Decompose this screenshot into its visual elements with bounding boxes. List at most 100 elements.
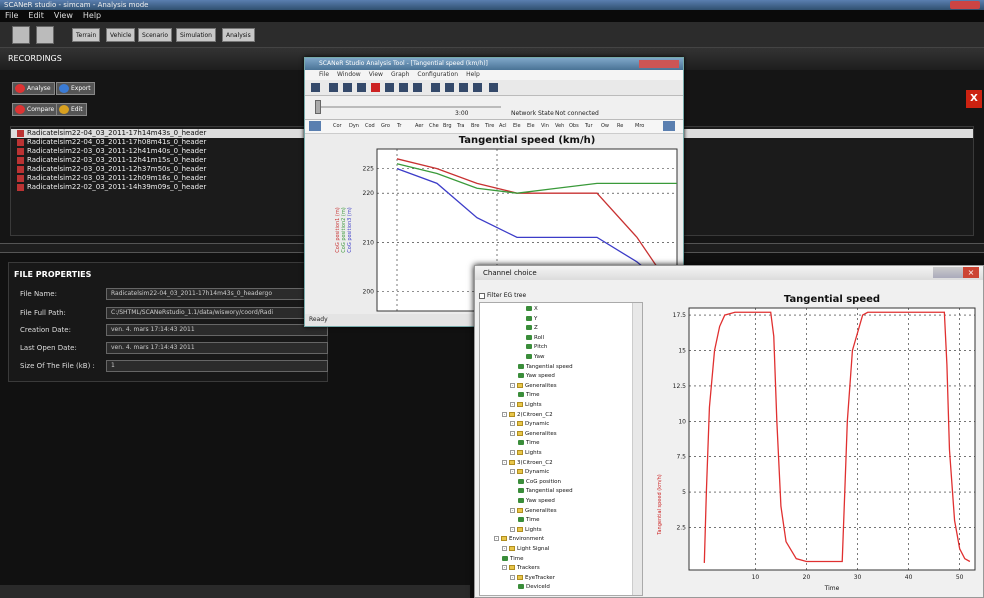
tree-leaf[interactable]: Yaw: [526, 353, 544, 361]
file-size-field[interactable]: 1: [106, 360, 328, 372]
expand-icon[interactable]: -: [510, 430, 515, 436]
tree-leaf[interactable]: Time: [502, 555, 523, 563]
analysis-mode-button[interactable]: Analysis: [222, 28, 255, 42]
tab[interactable]: Ow: [601, 123, 609, 129]
menu-configuration[interactable]: Configuration: [417, 71, 458, 78]
tree-leaf[interactable]: Yaw speed: [518, 497, 555, 505]
tab[interactable]: Tr: [397, 123, 401, 129]
tree-folder[interactable]: - Dynamic: [510, 420, 549, 428]
tab[interactable]: Re: [617, 123, 623, 129]
tab[interactable]: Tra: [457, 123, 464, 129]
menu-file[interactable]: File: [5, 11, 18, 20]
menu-graph[interactable]: Graph: [391, 71, 409, 78]
tab[interactable]: Tur: [585, 123, 593, 129]
rewind-icon[interactable]: [343, 83, 352, 92]
tree-folder[interactable]: - Generalites: [510, 382, 557, 390]
menu-edit[interactable]: Edit: [28, 11, 44, 20]
menu-help[interactable]: Help: [466, 71, 480, 78]
simulation-mode-button[interactable]: Simulation: [176, 28, 216, 42]
edit-button[interactable]: Edit: [56, 103, 87, 116]
tab[interactable]: Ele: [513, 123, 521, 129]
tab[interactable]: Bre: [471, 123, 479, 129]
close-icon[interactable]: X: [966, 90, 982, 108]
expand-icon[interactable]: -: [502, 546, 507, 551]
compare-button[interactable]: Compare: [12, 103, 59, 116]
tree-leaf[interactable]: Z: [526, 324, 538, 332]
tree-scrollbar[interactable]: [632, 303, 642, 595]
home-icon[interactable]: [489, 83, 498, 92]
expand-icon[interactable]: -: [494, 536, 499, 542]
tab[interactable]: Aer: [415, 123, 423, 129]
record-icon[interactable]: [371, 83, 380, 92]
step-back-icon[interactable]: [357, 83, 366, 92]
expand-icon[interactable]: -: [510, 507, 515, 513]
tab[interactable]: Cod: [365, 123, 375, 129]
graph-icon[interactable]: [309, 121, 321, 131]
tab[interactable]: Veh: [555, 123, 564, 129]
tree-folder[interactable]: - Lights: [510, 401, 542, 409]
tree-folder[interactable]: - Generalites: [510, 507, 557, 515]
tab[interactable]: Ele: [527, 123, 535, 129]
save-icon[interactable]: [311, 83, 320, 92]
list-item[interactable]: Radicatelsim22-03_03_2011-12h41m15s_0_he…: [17, 156, 206, 165]
tree-leaf[interactable]: Time: [518, 391, 539, 399]
expand-icon[interactable]: -: [510, 574, 515, 580]
window-controls[interactable]: [950, 1, 980, 9]
tree-folder[interactable]: - Environment: [494, 535, 544, 543]
step-forward-icon[interactable]: [431, 83, 440, 92]
tab[interactable]: Cor: [333, 123, 342, 129]
expand-icon[interactable]: -: [510, 402, 515, 407]
tree-leaf[interactable]: Time: [518, 439, 539, 447]
tree-folder[interactable]: - Dynamic: [510, 468, 549, 476]
tree-folder[interactable]: - Generalites: [510, 430, 557, 438]
tree-leaf[interactable]: Tangential speed: [518, 487, 573, 495]
terrain-mode-button[interactable]: Terrain: [72, 28, 101, 42]
close-icon[interactable]: ×: [963, 267, 979, 278]
menu-help[interactable]: Help: [83, 11, 101, 20]
tree-leaf[interactable]: Pitch: [526, 343, 547, 351]
expand-icon[interactable]: -: [502, 411, 507, 417]
file-path-field[interactable]: C:/SHTML/SCANeRstudio_1.1/data/wiswory/c…: [106, 307, 328, 319]
play-icon[interactable]: [399, 83, 408, 92]
tree-leaf[interactable]: CoG position: [518, 478, 561, 486]
back-arrow-icon[interactable]: [12, 26, 30, 44]
expand-icon[interactable]: -: [502, 565, 507, 571]
forward-arrow-icon[interactable]: [36, 26, 54, 44]
expand-icon[interactable]: -: [510, 421, 515, 427]
expand-icon[interactable]: -: [502, 459, 507, 465]
list-item[interactable]: Radicatelsim22-03_03_2011-12h37m50s_0_he…: [17, 165, 206, 174]
pause-icon[interactable]: [385, 83, 394, 92]
list-item[interactable]: Radicatelsim22-03_03_2011-12h41m40s_0_he…: [17, 147, 206, 156]
list-item[interactable]: Radicatelsim22-03_03_2011-12h09m16s_0_he…: [17, 174, 206, 183]
tab[interactable]: Che: [429, 123, 439, 129]
menu-view[interactable]: View: [369, 71, 383, 78]
expand-icon[interactable]: -: [510, 526, 515, 532]
tree-leaf[interactable]: Y: [526, 315, 537, 323]
tree-leaf[interactable]: Tangential speed: [518, 363, 573, 371]
vehicle-mode-button[interactable]: Vehicle: [106, 28, 136, 42]
list-item[interactable]: Radicatelsim22-02_03_2011-14h39m09s_0_he…: [17, 183, 206, 192]
tree-leaf[interactable]: DeviceId: [518, 583, 550, 591]
tree-leaf[interactable]: Roll: [526, 334, 544, 342]
menu-view[interactable]: View: [54, 11, 73, 20]
tab[interactable]: Gro: [381, 123, 390, 129]
tree-folder[interactable]: - Trackers: [502, 564, 540, 572]
tree-folder[interactable]: - Light Signal: [502, 545, 549, 553]
creation-date-field[interactable]: ven. 4. mars 17:14:43 2011: [106, 324, 328, 336]
fast-forward-icon[interactable]: [445, 83, 454, 92]
timeline-track[interactable]: [321, 106, 501, 108]
chart-settings-icon[interactable]: [663, 121, 675, 131]
scenario-mode-button[interactable]: Scenario: [138, 28, 173, 42]
tree-leaf[interactable]: Yaw speed: [518, 372, 555, 380]
skip-back-icon[interactable]: [329, 83, 338, 92]
tree-folder[interactable]: - 2(Citroen_C2: [502, 411, 553, 419]
filter-tree-checkbox[interactable]: Filter EG tree: [479, 292, 526, 299]
tab[interactable]: Obs: [569, 123, 579, 129]
tab[interactable]: Tire: [485, 123, 494, 129]
expand-icon[interactable]: -: [510, 382, 515, 388]
skip-forward-icon[interactable]: [459, 83, 468, 92]
export-button[interactable]: Export: [56, 82, 95, 95]
menu-window[interactable]: Window: [337, 71, 361, 78]
file-name-field[interactable]: Radicatelsim22-04_03_2011-17h14m43s_0_he…: [106, 288, 328, 300]
analyse-button[interactable]: Analyse: [12, 82, 55, 95]
